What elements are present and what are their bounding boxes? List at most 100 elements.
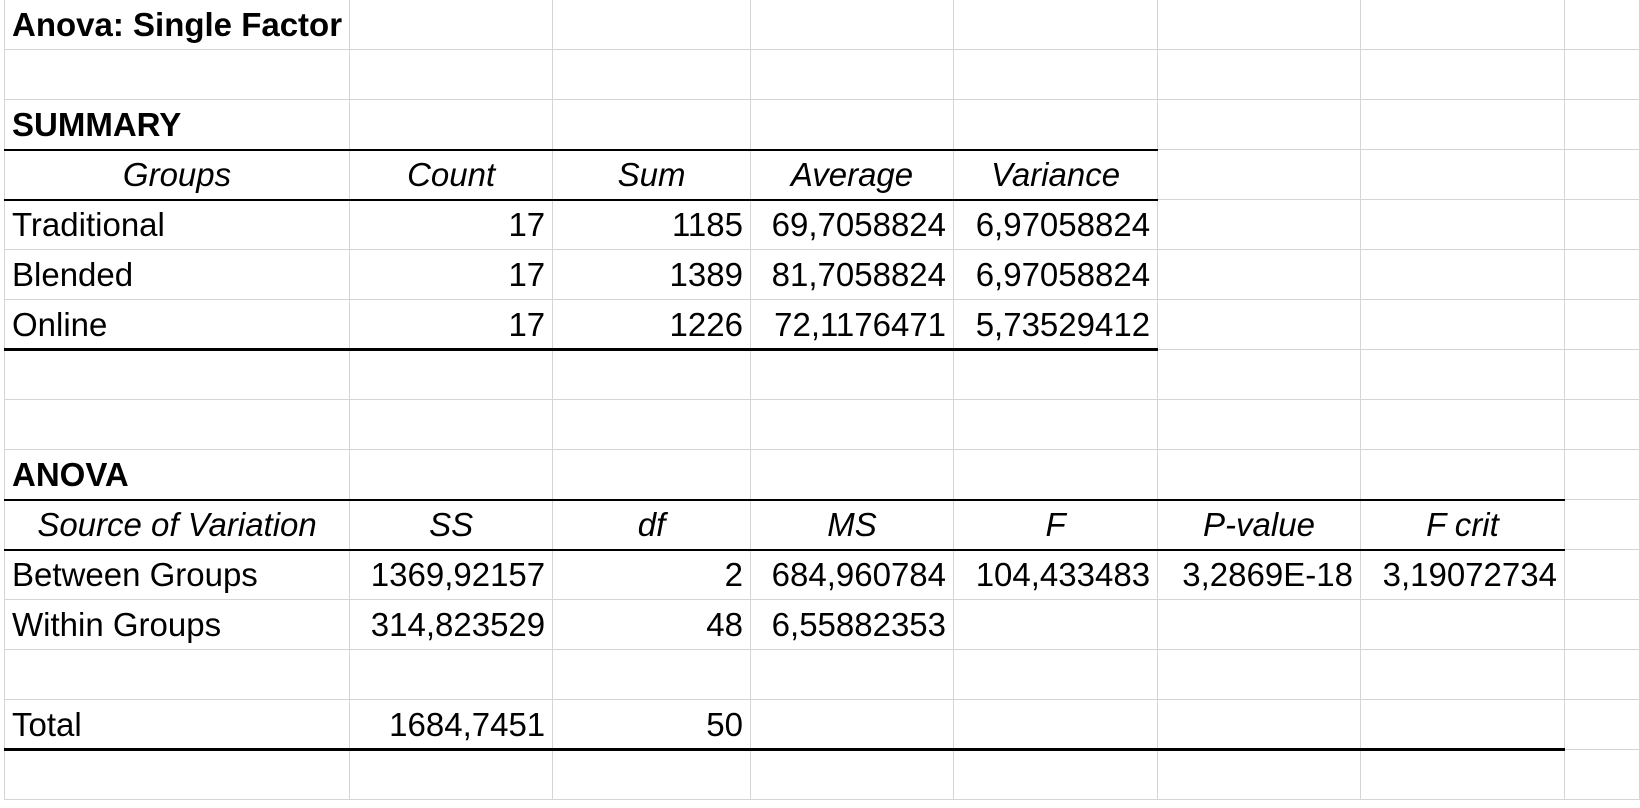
anova-header-cell[interactable]: F bbox=[953, 498, 1159, 551]
ss-cell[interactable]: 314,823529 bbox=[349, 599, 554, 650]
cell[interactable] bbox=[349, 649, 554, 700]
cell[interactable] bbox=[1563, 449, 1640, 500]
cell[interactable] bbox=[1157, 0, 1361, 50]
cell[interactable] bbox=[1359, 749, 1565, 800]
cell[interactable] bbox=[1157, 449, 1361, 500]
cell[interactable] bbox=[1157, 399, 1361, 450]
cell[interactable] bbox=[1157, 49, 1361, 100]
f-cell[interactable]: 104,433483 bbox=[953, 549, 1159, 600]
cell[interactable] bbox=[1157, 349, 1361, 400]
summary-header-cell[interactable]: Count bbox=[349, 148, 554, 201]
anova-title[interactable]: Anova: Single Factor bbox=[3, 0, 351, 50]
f-cell[interactable] bbox=[953, 699, 1159, 751]
cell[interactable] bbox=[1157, 649, 1361, 700]
p-value-cell[interactable] bbox=[1157, 699, 1361, 751]
cell[interactable] bbox=[1359, 649, 1565, 700]
cell[interactable] bbox=[953, 0, 1159, 50]
cell[interactable] bbox=[1563, 349, 1640, 400]
df-cell[interactable]: 2 bbox=[552, 549, 751, 600]
count-cell[interactable]: 17 bbox=[349, 299, 554, 351]
cell[interactable] bbox=[1157, 149, 1361, 200]
anova-header-cell[interactable]: Source of Variation bbox=[3, 498, 351, 551]
cell[interactable] bbox=[1563, 299, 1640, 350]
cell[interactable] bbox=[552, 749, 751, 800]
summary-header-cell[interactable]: Groups bbox=[3, 148, 351, 201]
cell[interactable] bbox=[1359, 0, 1565, 50]
cell[interactable] bbox=[3, 49, 351, 100]
cell[interactable] bbox=[1157, 749, 1361, 800]
variance-cell[interactable]: 6,97058824 bbox=[953, 249, 1159, 300]
ms-cell[interactable]: 6,55882353 bbox=[749, 599, 955, 650]
sum-cell[interactable]: 1389 bbox=[552, 249, 751, 300]
cell[interactable] bbox=[3, 399, 351, 450]
count-cell[interactable]: 17 bbox=[349, 249, 554, 300]
anova-header-cell[interactable]: df bbox=[552, 498, 751, 551]
cell[interactable] bbox=[1157, 99, 1361, 150]
cell[interactable] bbox=[349, 399, 554, 450]
cell[interactable] bbox=[3, 349, 351, 400]
cell[interactable] bbox=[1563, 199, 1640, 250]
summary-heading[interactable]: SUMMARY bbox=[3, 99, 351, 150]
variance-cell[interactable]: 6,97058824 bbox=[953, 199, 1159, 250]
cell[interactable] bbox=[749, 399, 955, 450]
cell[interactable] bbox=[1359, 349, 1565, 400]
cell[interactable] bbox=[953, 349, 1159, 400]
variance-cell[interactable]: 5,73529412 bbox=[953, 299, 1159, 351]
cell[interactable] bbox=[552, 399, 751, 450]
df-cell[interactable]: 50 bbox=[552, 699, 751, 751]
p-value-cell[interactable]: 3,2869E-18 bbox=[1157, 549, 1361, 600]
cell[interactable] bbox=[749, 0, 955, 50]
cell[interactable] bbox=[1563, 399, 1640, 450]
cell[interactable] bbox=[552, 349, 751, 400]
summary-header-cell[interactable]: Sum bbox=[552, 148, 751, 201]
cell[interactable] bbox=[1563, 749, 1640, 800]
cell[interactable] bbox=[1563, 249, 1640, 300]
source-cell[interactable]: Total bbox=[3, 699, 351, 751]
count-cell[interactable]: 17 bbox=[349, 199, 554, 250]
cell[interactable] bbox=[1563, 99, 1640, 150]
cell[interactable] bbox=[3, 749, 351, 800]
cell[interactable] bbox=[1563, 149, 1640, 200]
cell[interactable] bbox=[552, 649, 751, 700]
cell[interactable] bbox=[1563, 699, 1640, 750]
f-crit-cell[interactable] bbox=[1359, 699, 1565, 751]
anova-header-cell[interactable]: MS bbox=[749, 498, 955, 551]
anova-header-cell[interactable]: SS bbox=[349, 498, 554, 551]
cell[interactable] bbox=[1359, 49, 1565, 100]
summary-header-cell[interactable]: Average bbox=[749, 148, 955, 201]
group-name-cell[interactable]: Online bbox=[3, 299, 351, 351]
cell[interactable] bbox=[749, 749, 955, 800]
f-cell[interactable] bbox=[953, 599, 1159, 650]
cell[interactable] bbox=[1563, 0, 1640, 50]
ms-cell[interactable]: 684,960784 bbox=[749, 549, 955, 600]
cell[interactable] bbox=[349, 99, 554, 150]
cell[interactable] bbox=[349, 49, 554, 100]
group-name-cell[interactable]: Traditional bbox=[3, 199, 351, 250]
cell[interactable] bbox=[953, 749, 1159, 800]
cell[interactable] bbox=[749, 99, 955, 150]
ss-cell[interactable]: 1369,92157 bbox=[349, 549, 554, 600]
cell[interactable] bbox=[552, 0, 751, 50]
cell[interactable] bbox=[349, 349, 554, 400]
cell[interactable] bbox=[1563, 649, 1640, 700]
summary-header-cell[interactable]: Variance bbox=[953, 148, 1159, 201]
cell[interactable] bbox=[1359, 199, 1565, 250]
anova-header-cell[interactable]: P-value bbox=[1157, 498, 1361, 551]
group-name-cell[interactable]: Blended bbox=[3, 249, 351, 300]
cell[interactable] bbox=[749, 449, 955, 500]
df-cell[interactable]: 48 bbox=[552, 599, 751, 650]
average-cell[interactable]: 81,7058824 bbox=[749, 249, 955, 300]
cell[interactable] bbox=[953, 399, 1159, 450]
f-crit-cell[interactable]: 3,19072734 bbox=[1359, 549, 1565, 600]
cell[interactable] bbox=[1359, 399, 1565, 450]
cell[interactable] bbox=[1359, 249, 1565, 300]
ss-cell[interactable]: 1684,7451 bbox=[349, 699, 554, 751]
cell[interactable] bbox=[953, 449, 1159, 500]
f-crit-cell[interactable] bbox=[1359, 599, 1565, 650]
cell[interactable] bbox=[953, 99, 1159, 150]
cell[interactable] bbox=[1359, 449, 1565, 500]
anova-header-cell[interactable]: F crit bbox=[1359, 498, 1565, 551]
cell[interactable] bbox=[552, 99, 751, 150]
p-value-cell[interactable] bbox=[1157, 599, 1361, 650]
average-cell[interactable]: 69,7058824 bbox=[749, 199, 955, 250]
